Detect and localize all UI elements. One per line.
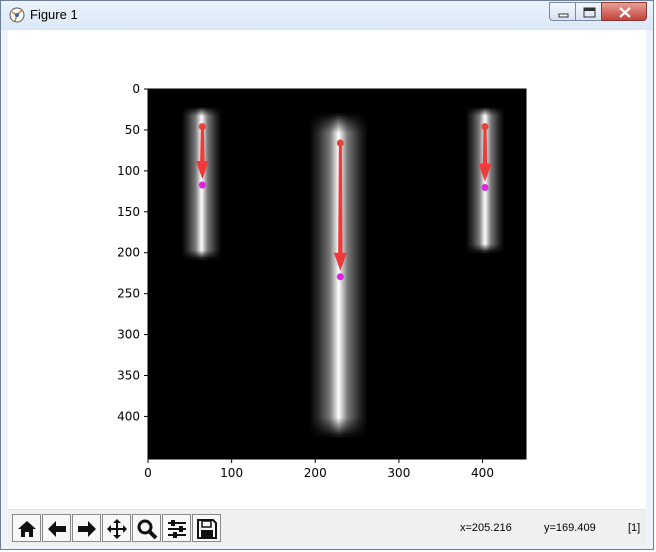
y-tick-label: 150	[117, 205, 140, 219]
start-point-1	[198, 123, 206, 131]
figure-window: Figure 1 0 100 200 300 400 0 50 100 150 …	[0, 0, 654, 550]
end-point-2	[336, 273, 344, 281]
window-title: Figure 1	[30, 7, 78, 22]
y-tick-label: 250	[117, 287, 140, 301]
end-point-3	[481, 184, 489, 191]
navigation-toolbar: x=205.216 y=169.409 [1]	[8, 509, 646, 545]
back-button[interactable]	[42, 514, 71, 542]
minimize-button[interactable]	[549, 2, 576, 21]
close-button[interactable]	[601, 2, 647, 21]
subplots-button[interactable]	[162, 514, 191, 542]
back-icon	[48, 521, 66, 537]
forward-button[interactable]	[72, 514, 101, 542]
y-tick-label: 50	[125, 123, 140, 137]
home-icon	[18, 521, 36, 537]
y-tick-label: 300	[117, 328, 140, 342]
image-layer	[148, 89, 526, 459]
y-tick-label: 100	[117, 164, 140, 178]
y-tick-label: 200	[117, 246, 140, 260]
pan-button[interactable]	[102, 514, 131, 542]
x-tick-label: 400	[471, 466, 494, 480]
title-bar[interactable]: Figure 1	[1, 1, 653, 30]
x-tick-label: 300	[387, 466, 410, 480]
matplotlib-app-icon	[9, 7, 25, 23]
x-tick-label: 0	[144, 466, 152, 480]
save-icon	[197, 519, 217, 539]
end-point-1	[198, 181, 206, 189]
y-tick-label: 400	[117, 409, 140, 423]
start-point-3	[481, 123, 489, 131]
zoom-button[interactable]	[132, 514, 161, 542]
x-tick-label: 200	[304, 466, 327, 480]
maximize-button[interactable]	[575, 2, 602, 21]
subplots-icon	[168, 520, 186, 538]
figure-canvas[interactable]: 0 100 200 300 400 0 50 100 150 200 250 300 350 400	[8, 30, 646, 509]
start-point-2	[336, 139, 344, 147]
zoom-icon	[137, 519, 158, 540]
y-tick-label: 0	[132, 82, 140, 96]
cursor-x-readout: x=205.216	[460, 522, 512, 534]
pixel-value-readout: [1]	[628, 522, 641, 534]
y-tick-label: 350	[117, 369, 140, 383]
pan-icon	[107, 519, 127, 539]
home-button[interactable]	[12, 514, 41, 542]
x-tick-label: 100	[220, 466, 243, 480]
forward-icon	[78, 521, 96, 537]
image-axes[interactable]: 0 100 200 300 400 0 50 100 150 200 250 300 350 400	[8, 30, 646, 509]
cursor-y-readout: y=169.409	[544, 522, 596, 534]
save-button[interactable]	[192, 514, 221, 542]
